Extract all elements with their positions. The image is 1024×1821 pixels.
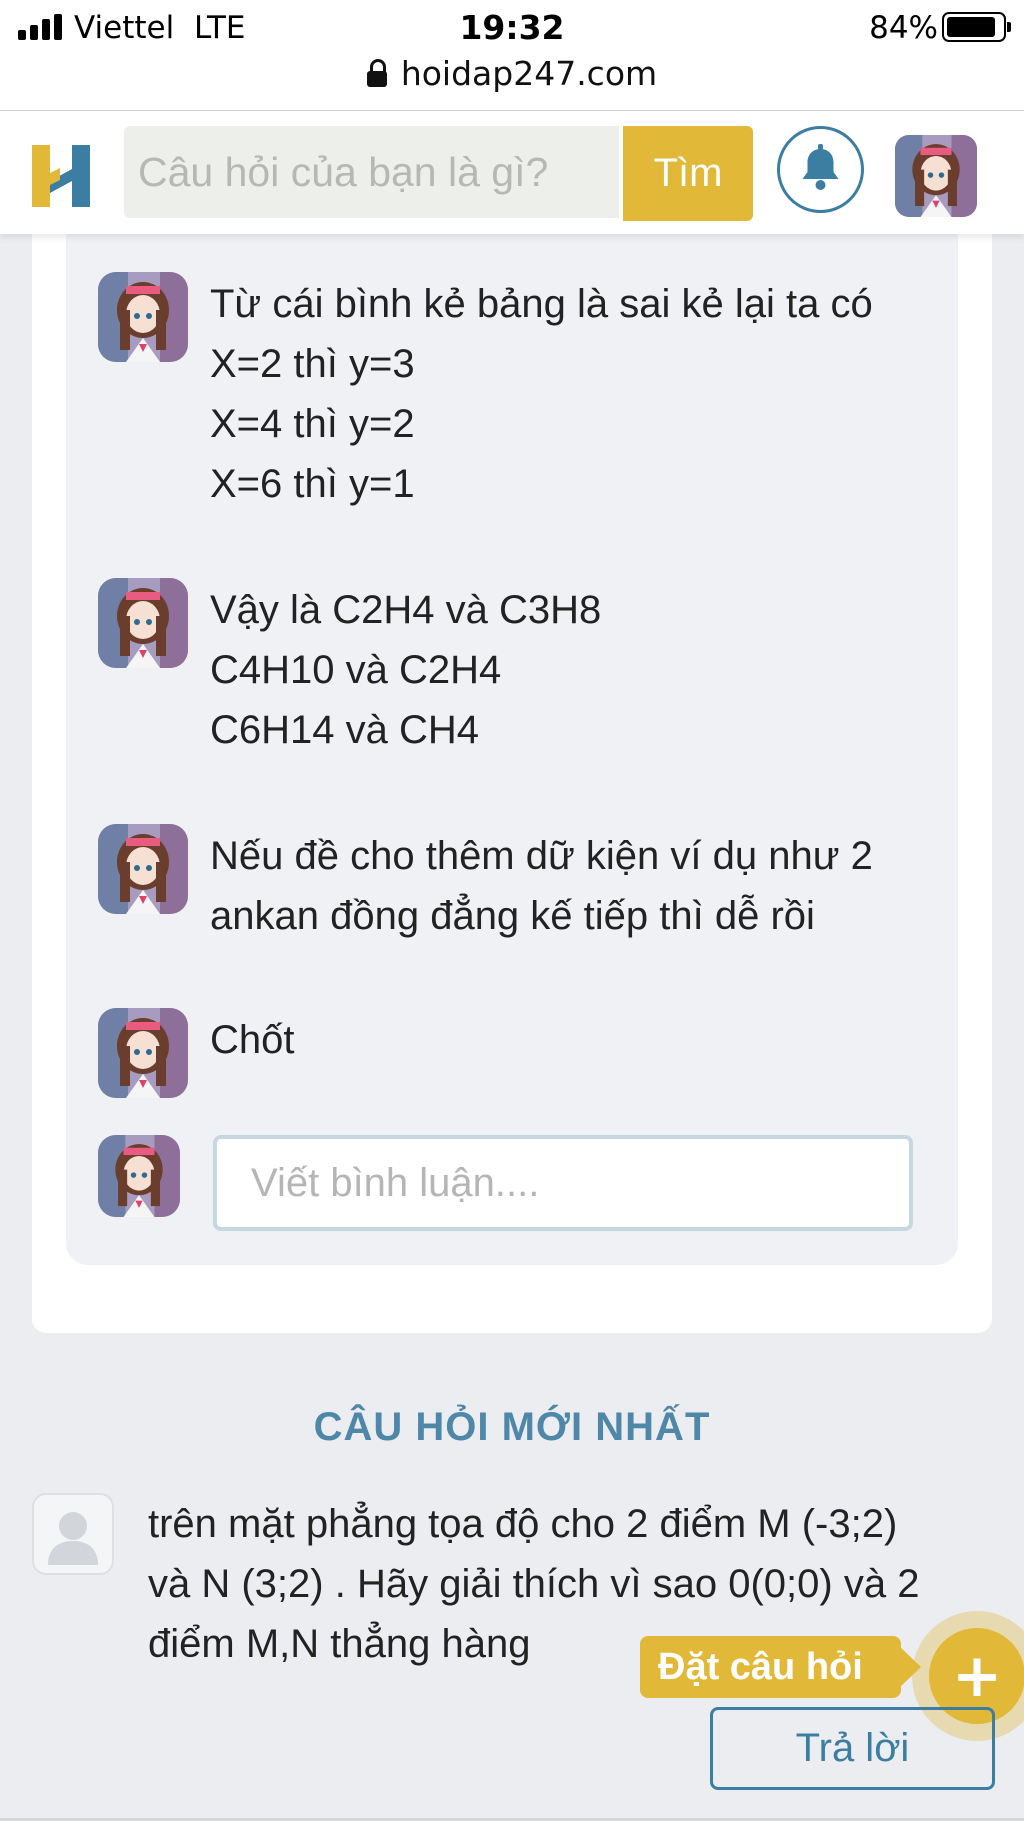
- commenter-avatar[interactable]: [98, 272, 188, 362]
- avatar-image: [98, 272, 188, 362]
- question-line: và N (3;2) . Hãy giải thích vì sao 0(0;0…: [148, 1562, 920, 1606]
- comment-input[interactable]: Viết bình luận....: [213, 1135, 913, 1231]
- url-text: hoidap247.com: [400, 54, 658, 93]
- search-input[interactable]: Câu hỏi của bạn là gì?: [124, 126, 619, 218]
- avatar-image: [98, 1135, 180, 1217]
- commenter-avatar[interactable]: [98, 578, 188, 668]
- commenter-avatar[interactable]: [98, 824, 188, 914]
- default-user-icon: [48, 1512, 98, 1565]
- avatar-image: [895, 135, 977, 217]
- question-line: trên mặt phẳng tọa độ cho 2 điểm M (-3;2…: [148, 1502, 898, 1546]
- comment-line: Từ cái bình kẻ bảng là sai kẻ lại ta có: [210, 282, 873, 326]
- comment-line: C4H10 và C2H4: [210, 648, 502, 692]
- comment-text: Nếu đề cho thêm dữ kiện ví dụ như 2 anka…: [210, 826, 873, 946]
- comment-line: Vậy là C2H4 và C3H8: [210, 588, 602, 632]
- answer-button[interactable]: Trả lời: [710, 1707, 995, 1790]
- battery-icon: [942, 12, 1011, 42]
- user-avatar[interactable]: [895, 135, 977, 217]
- comment-line: C6H14 và CH4: [210, 708, 480, 752]
- commenter-avatar[interactable]: [98, 1008, 188, 1098]
- ask-question-label[interactable]: Đặt câu hỏi: [640, 1636, 921, 1698]
- current-user-avatar: [98, 1135, 180, 1217]
- bell-icon: [802, 144, 839, 190]
- logo-icon[interactable]: [30, 141, 94, 211]
- avatar-image: [98, 1008, 188, 1098]
- comment-line: Chốt: [210, 1018, 295, 1062]
- comment-line: X=2 thì y=3: [210, 342, 415, 386]
- asker-avatar[interactable]: [32, 1493, 114, 1575]
- comment-line: ankan đồng đẳng kế tiếp thì dễ rồi: [210, 894, 815, 938]
- comment-text: Từ cái bình kẻ bảng là sai kẻ lại ta có …: [210, 274, 873, 514]
- status-bar: Viettel LTE 19:32 84% hoidap247.com: [0, 0, 1024, 111]
- comment-line: Nếu đề cho thêm dữ kiện ví dụ như 2: [210, 834, 873, 878]
- notification-button[interactable]: [777, 126, 864, 213]
- comment-line: X=6 thì y=1: [210, 462, 415, 506]
- search-button[interactable]: Tìm: [623, 126, 753, 221]
- comment-text: Vậy là C2H4 và C3H8 C4H10 và C2H4 C6H14 …: [210, 580, 601, 760]
- latest-questions-heading: CÂU HỎI MỚI NHẤT: [313, 1405, 711, 1449]
- address-bar[interactable]: hoidap247.com: [0, 54, 1024, 93]
- comment-line: X=4 thì y=2: [210, 402, 415, 446]
- battery-percent: 84%: [869, 10, 938, 46]
- comment-text: Chốt: [210, 1010, 295, 1070]
- site-header: Câu hỏi của bạn là gì? Tìm: [0, 111, 1024, 234]
- avatar-image: [98, 578, 188, 668]
- lock-icon: [366, 59, 387, 87]
- avatar-image: [98, 824, 188, 914]
